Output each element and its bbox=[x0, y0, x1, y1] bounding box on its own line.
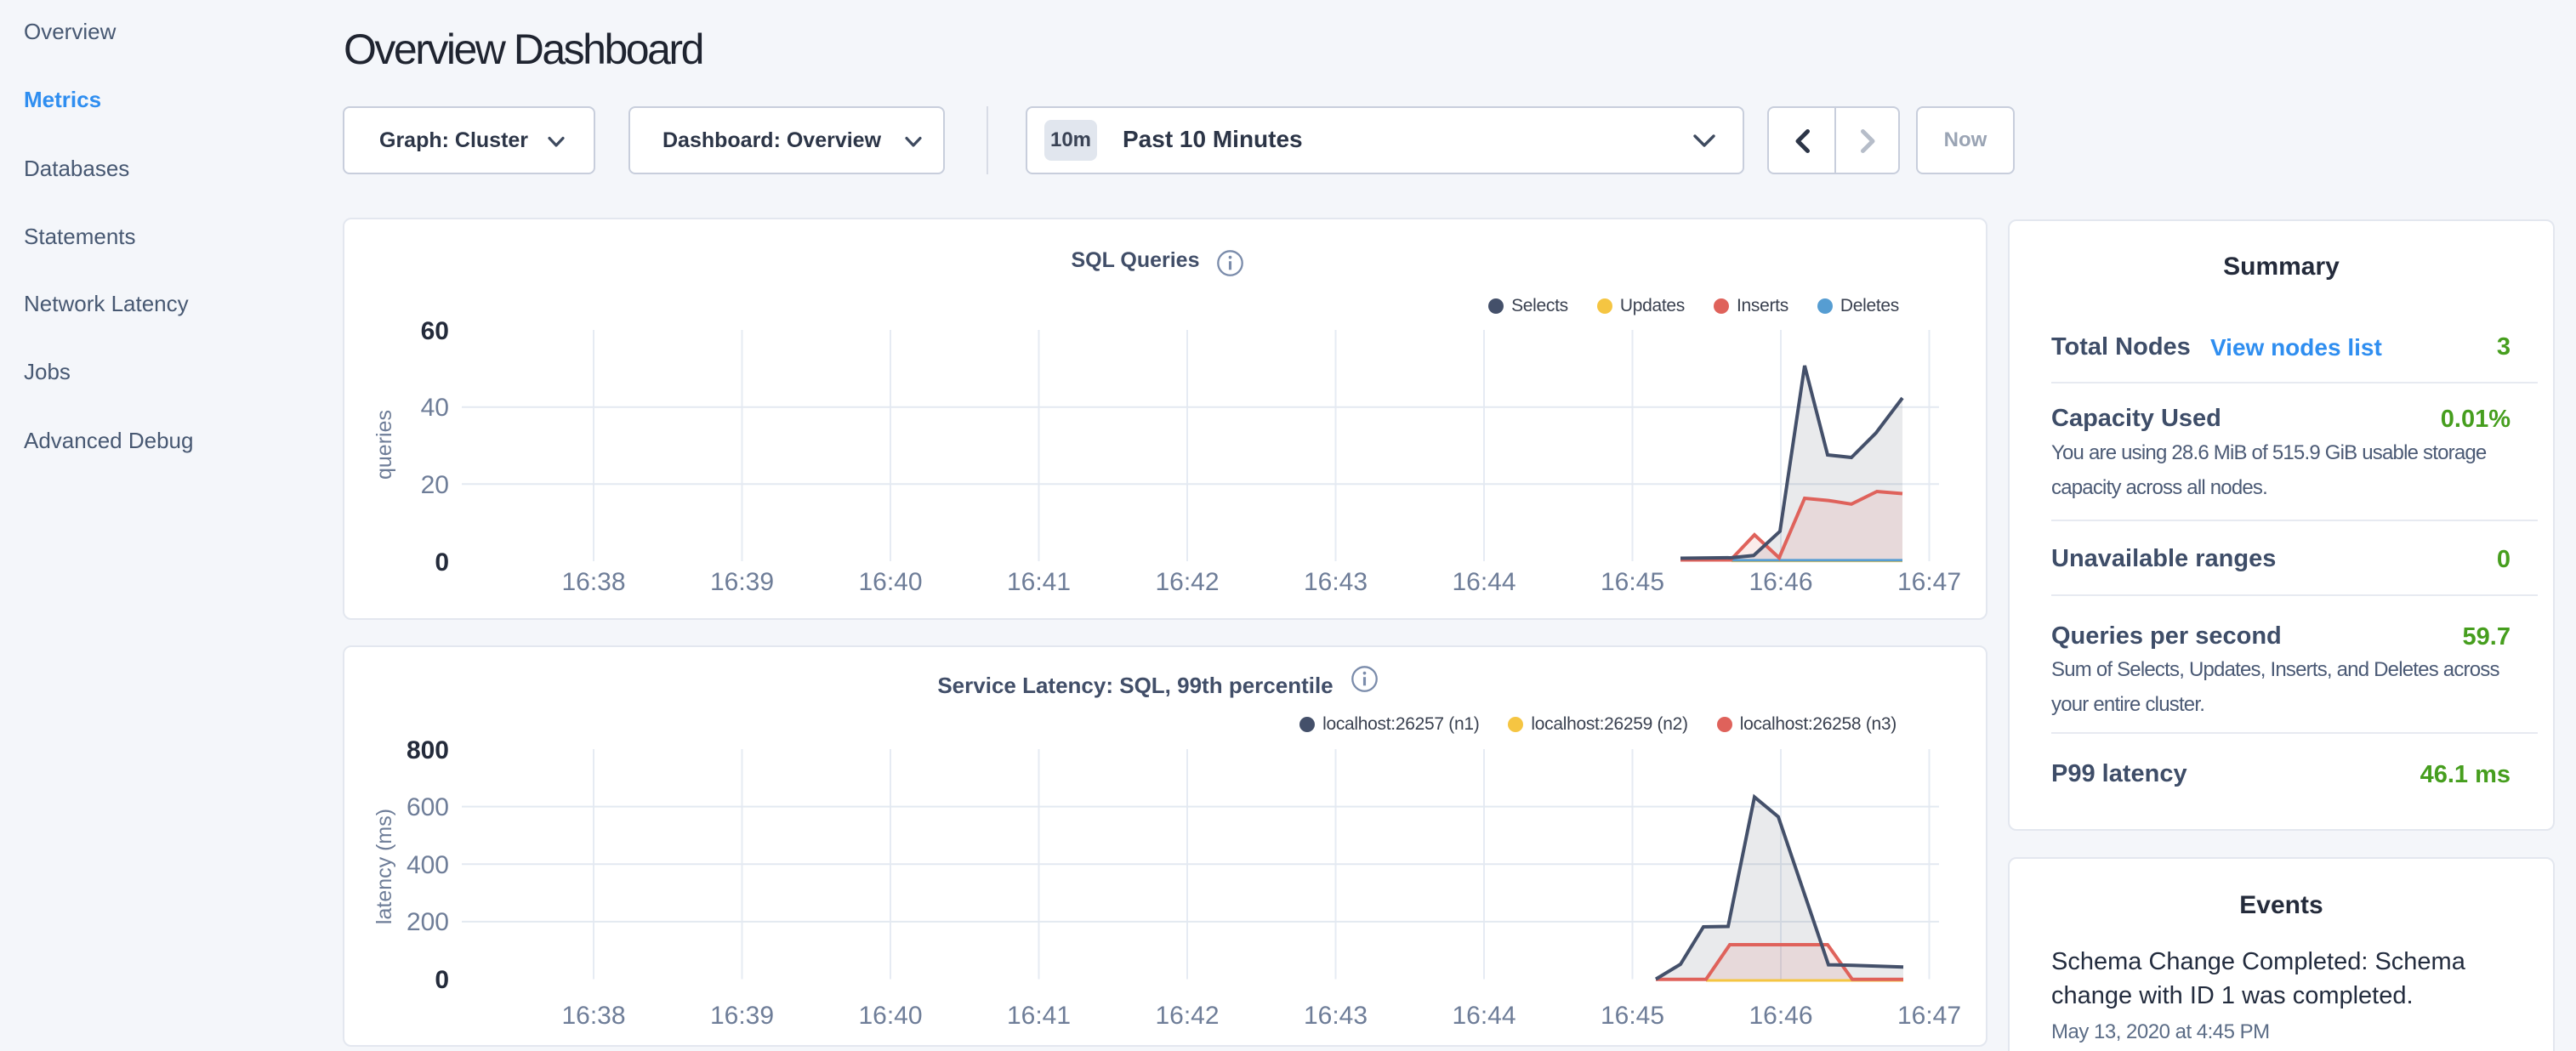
svg-text:latency (ms): latency (ms) bbox=[372, 809, 396, 924]
svg-text:16:47: 16:47 bbox=[1897, 568, 1961, 596]
svg-text:16:38: 16:38 bbox=[561, 568, 625, 596]
svg-text:0: 0 bbox=[435, 548, 449, 577]
svg-text:16:39: 16:39 bbox=[710, 568, 774, 596]
svg-text:queries: queries bbox=[372, 410, 396, 480]
svg-text:16:39: 16:39 bbox=[710, 1002, 774, 1030]
svg-text:16:45: 16:45 bbox=[1601, 1002, 1664, 1030]
svg-text:16:41: 16:41 bbox=[1007, 1002, 1071, 1030]
svg-text:16:46: 16:46 bbox=[1749, 568, 1812, 596]
svg-text:800: 800 bbox=[407, 736, 449, 764]
svg-text:20: 20 bbox=[421, 471, 449, 499]
svg-text:0: 0 bbox=[435, 966, 449, 994]
svg-text:40: 40 bbox=[421, 394, 449, 422]
svg-text:16:45: 16:45 bbox=[1601, 568, 1664, 596]
svg-text:16:42: 16:42 bbox=[1155, 1002, 1219, 1030]
svg-text:16:44: 16:44 bbox=[1452, 1002, 1515, 1030]
svg-text:16:44: 16:44 bbox=[1452, 568, 1515, 596]
svg-text:16:40: 16:40 bbox=[858, 1002, 922, 1030]
svg-text:16:40: 16:40 bbox=[858, 568, 922, 596]
svg-text:16:41: 16:41 bbox=[1007, 568, 1071, 596]
svg-text:200: 200 bbox=[407, 908, 449, 936]
svg-text:16:43: 16:43 bbox=[1304, 1002, 1368, 1030]
svg-text:16:38: 16:38 bbox=[561, 1002, 625, 1030]
svg-text:16:42: 16:42 bbox=[1155, 568, 1219, 596]
svg-text:400: 400 bbox=[407, 851, 449, 879]
svg-text:600: 600 bbox=[407, 793, 449, 821]
svg-text:16:43: 16:43 bbox=[1304, 568, 1368, 596]
svg-text:16:47: 16:47 bbox=[1897, 1002, 1961, 1030]
svg-text:16:46: 16:46 bbox=[1749, 1002, 1812, 1030]
svg-text:60: 60 bbox=[421, 317, 449, 345]
